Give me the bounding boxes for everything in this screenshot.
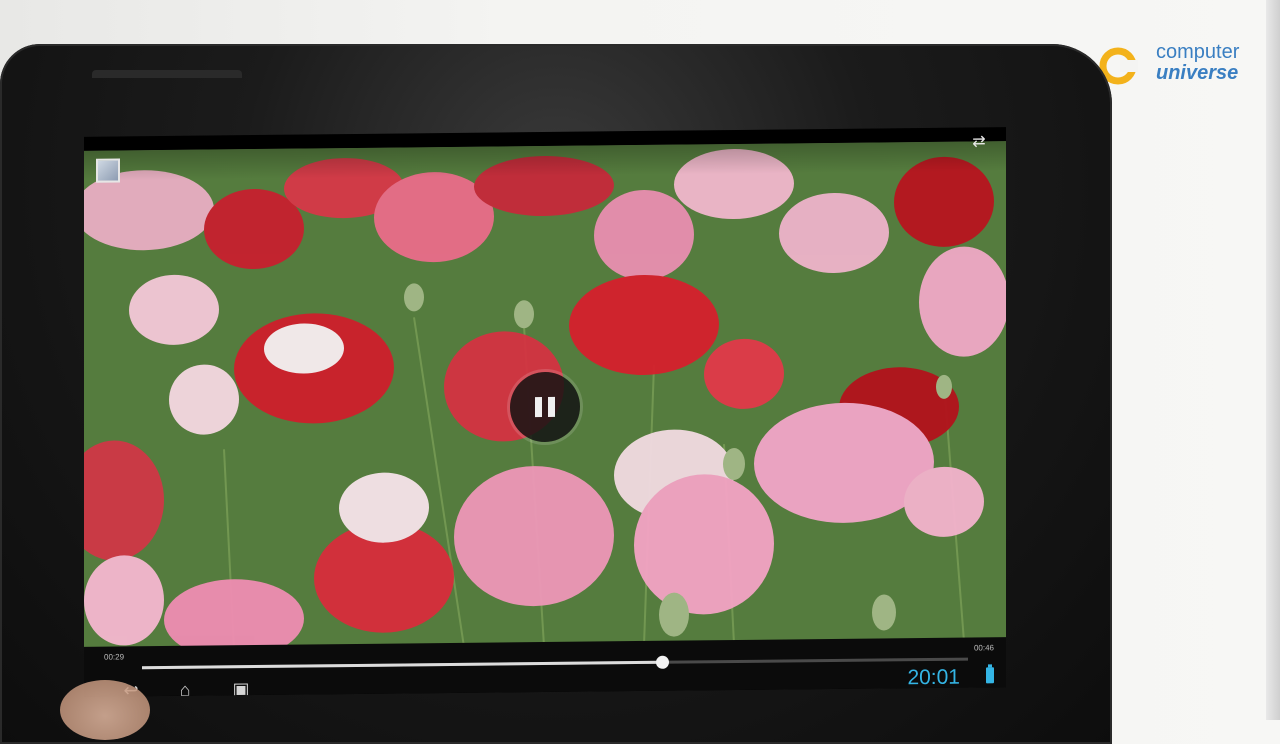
pause-icon-bar — [548, 396, 555, 417]
tablet-edge — [92, 70, 242, 78]
home-icon[interactable]: ⌂ — [170, 680, 200, 697]
battery-icon — [986, 667, 994, 684]
gallery-thumbnail-icon[interactable] — [96, 158, 120, 183]
recent-apps-icon[interactable]: ▣ — [226, 679, 256, 697]
seek-bar-progress — [142, 660, 663, 670]
elapsed-time: 00:29 — [104, 652, 125, 662]
watermark-line-2: universe — [1156, 62, 1239, 84]
video-controls: 00:29 00:46 ↩ ⌂ ▣ 20:01 — [84, 637, 1006, 697]
seek-thumb[interactable] — [656, 655, 670, 669]
watermark-logo: computer universe — [1098, 42, 1258, 90]
tablet-screen: ⇄ 00:29 00:46 ↩ ⌂ ▣ 20:01 — [84, 127, 1006, 697]
wall-background — [1266, 0, 1280, 720]
share-icon[interactable]: ⇄ — [968, 131, 990, 153]
pause-icon — [535, 397, 542, 418]
total-time: 00:46 — [973, 643, 994, 653]
seek-bar[interactable] — [142, 655, 968, 670]
status-clock: 20:01 — [907, 665, 960, 690]
finger — [60, 680, 150, 740]
watermark-line-1: computer — [1156, 41, 1240, 63]
